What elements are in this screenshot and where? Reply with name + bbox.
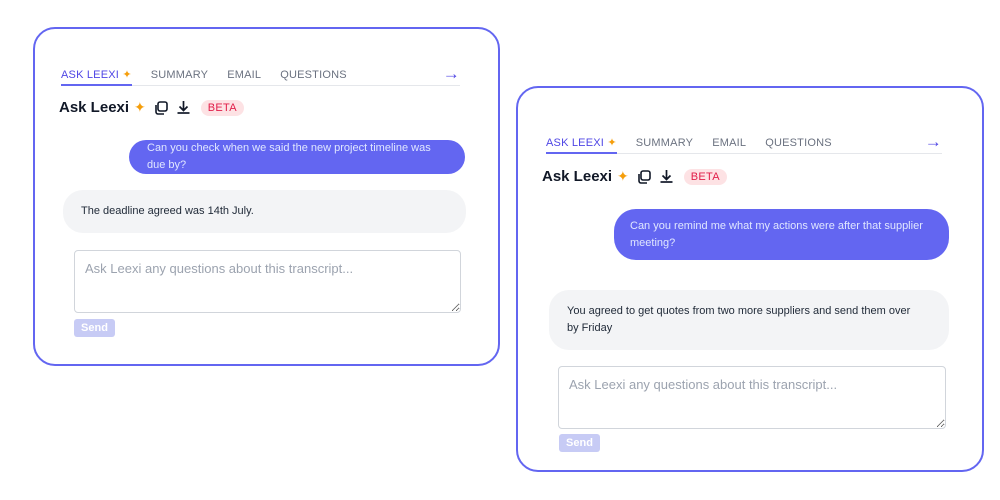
assistant-message: You agreed to get quotes from two more s… (549, 290, 949, 350)
chat-panel-2: ASK LEEXI ✦ SUMMARY EMAIL QUESTIONS → As… (516, 86, 984, 472)
tab-ask-leexi[interactable]: ASK LEEXI ✦ (546, 136, 617, 154)
beta-badge: BETA (683, 168, 727, 185)
tab-summary[interactable]: SUMMARY (636, 137, 693, 153)
download-icon[interactable] (659, 169, 674, 184)
assistant-message-text: The deadline agreed was 14th July. (81, 205, 254, 217)
beta-badge: BETA (200, 99, 244, 116)
user-message: Can you remind me what my actions were a… (614, 209, 949, 260)
tab-email[interactable]: EMAIL (712, 137, 746, 153)
user-message-text: Can you remind me what my actions were a… (630, 219, 923, 249)
arrow-right-icon[interactable]: → (925, 133, 942, 150)
title-row: Ask Leexi ✦ BETA (542, 168, 727, 185)
tab-label: ASK LEEXI (61, 69, 120, 81)
assistant-message-text: You agreed to get quotes from two more s… (567, 305, 911, 334)
sparkle-icon: ✦ (122, 69, 132, 81)
tab-questions[interactable]: QUESTIONS (765, 137, 832, 153)
tab-bar: ASK LEEXI ✦ SUMMARY EMAIL QUESTIONS → (546, 133, 942, 154)
download-icon[interactable] (176, 100, 191, 115)
sparkle-icon: ✦ (607, 137, 617, 149)
sparkle-icon: ✦ (134, 99, 146, 115)
arrow-right-icon[interactable]: → (443, 65, 460, 82)
send-button[interactable]: Send (559, 434, 600, 452)
user-message-text: Can you check when we said the new proje… (147, 142, 431, 171)
page-title: Ask Leexi (542, 168, 613, 185)
tab-label: ASK LEEXI (546, 137, 605, 149)
question-input[interactable] (558, 366, 946, 429)
sparkle-icon: ✦ (617, 168, 629, 184)
question-input[interactable] (74, 250, 461, 313)
copy-icon[interactable] (154, 100, 168, 115)
chat-panel-1: ASK LEEXI ✦ SUMMARY EMAIL QUESTIONS → As… (33, 27, 500, 366)
assistant-message: The deadline agreed was 14th July. (63, 190, 466, 233)
tab-email[interactable]: EMAIL (227, 69, 261, 85)
tab-ask-leexi[interactable]: ASK LEEXI ✦ (61, 68, 132, 86)
title-row: Ask Leexi ✦ BETA (59, 99, 244, 116)
tab-summary[interactable]: SUMMARY (151, 69, 208, 85)
send-button[interactable]: Send (74, 319, 115, 337)
page-title: Ask Leexi (59, 99, 130, 116)
copy-icon[interactable] (637, 169, 651, 184)
user-message: Can you check when we said the new proje… (129, 140, 465, 174)
tab-questions[interactable]: QUESTIONS (280, 69, 347, 85)
tab-bar: ASK LEEXI ✦ SUMMARY EMAIL QUESTIONS → (61, 65, 460, 86)
